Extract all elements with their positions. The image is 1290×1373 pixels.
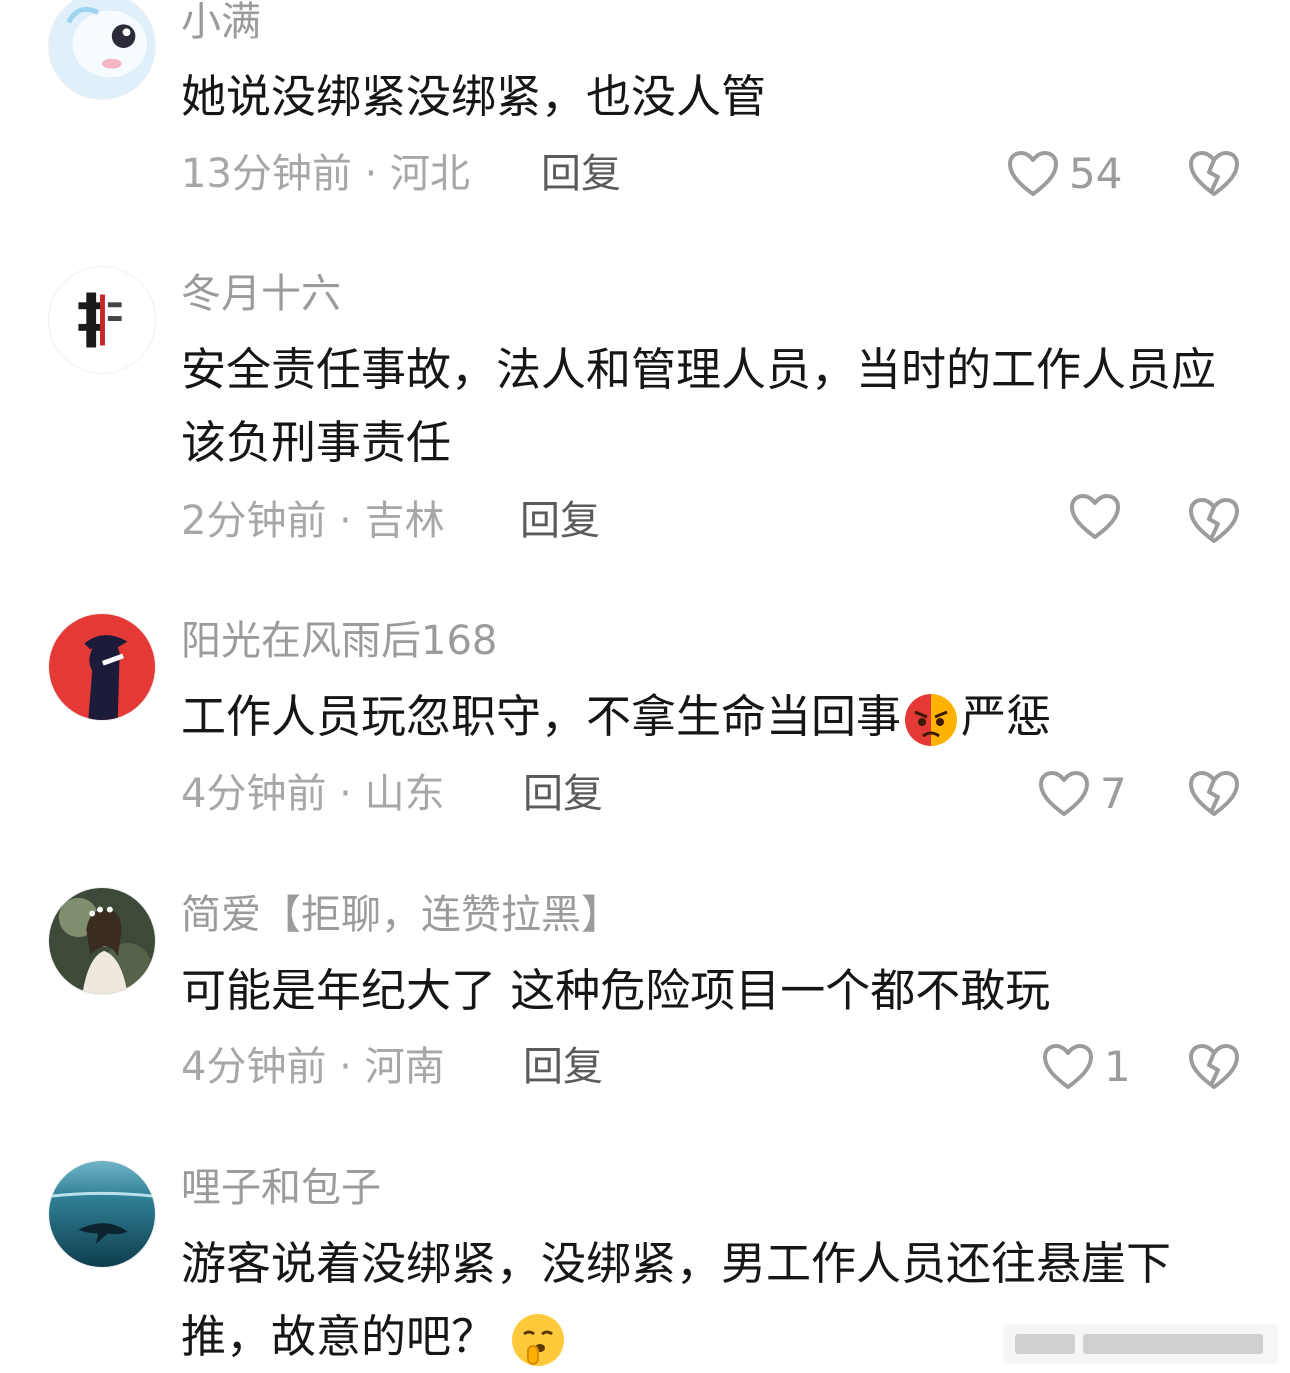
like-count: 1 [1104, 1042, 1131, 1091]
reply-button[interactable]: 回复 [523, 1039, 603, 1095]
heart-outline-icon [1038, 770, 1090, 818]
avatar[interactable] [48, 1160, 156, 1268]
broken-heart-icon [1188, 150, 1240, 198]
reply-button[interactable]: 回复 [520, 493, 600, 549]
broken-heart-icon [1188, 497, 1240, 545]
comment-text-after-emoji: 严惩 [961, 690, 1052, 743]
heart-outline-icon [1042, 1043, 1094, 1091]
like-count: 54 [1069, 149, 1123, 198]
username[interactable]: 哩子和包子 [181, 1160, 381, 1216]
comment-text: 可能是年纪大了 这种危险项目一个都不敢玩 [181, 964, 1051, 1017]
username[interactable]: 冬月十六 [181, 266, 341, 322]
comment-text: 她说没绑紧没绑紧，也没人管 [181, 70, 767, 123]
avatar[interactable] [48, 0, 156, 100]
reply-button[interactable]: 回复 [523, 766, 603, 822]
username[interactable]: 阳光在风雨后168 [181, 613, 497, 669]
avatar[interactable] [48, 887, 156, 995]
like-button[interactable]: 54 [1007, 146, 1122, 202]
heart-outline-icon [1069, 493, 1121, 541]
username[interactable]: 小满 [181, 0, 261, 50]
like-count: 7 [1100, 769, 1127, 818]
broken-heart-icon [1188, 770, 1240, 818]
comment-text-before-emoji: 工作人员玩忽职守，不拿生命当回事 [181, 690, 902, 743]
dislike-button[interactable] [1188, 497, 1240, 545]
broken-heart-icon [1188, 1043, 1240, 1091]
avatar[interactable] [48, 266, 156, 374]
time-location: 13分钟前 · 河北 [181, 151, 471, 197]
time-location: 4分钟前 · 河南 [181, 1044, 445, 1090]
like-button[interactable]: 1 [1042, 1039, 1131, 1095]
username[interactable]: 简爱【拒聊，连赞拉黑】 [181, 887, 621, 943]
comment-text: 工作人员玩忽职守，不拿生命当回事 严惩 [181, 680, 1241, 753]
time-location: 4分钟前 · 山东 [181, 771, 445, 817]
angry-emoji-icon [903, 692, 959, 748]
dislike-button[interactable] [1188, 1043, 1240, 1091]
dislike-button[interactable] [1188, 770, 1240, 818]
like-button[interactable] [1069, 493, 1131, 541]
like-button[interactable]: 7 [1038, 766, 1127, 822]
avatar[interactable] [48, 613, 156, 721]
dislike-button[interactable] [1188, 150, 1240, 198]
watermark [1003, 1324, 1278, 1364]
comment-text: 安全责任事故，法人和管理人员，当时的工作人员应该负刑事责任 [181, 343, 1217, 469]
heart-outline-icon [1007, 150, 1059, 198]
time-location: 2分钟前 · 吉林 [181, 498, 445, 544]
reply-button[interactable]: 回复 [541, 146, 621, 202]
shh-emoji-icon [510, 1312, 566, 1368]
